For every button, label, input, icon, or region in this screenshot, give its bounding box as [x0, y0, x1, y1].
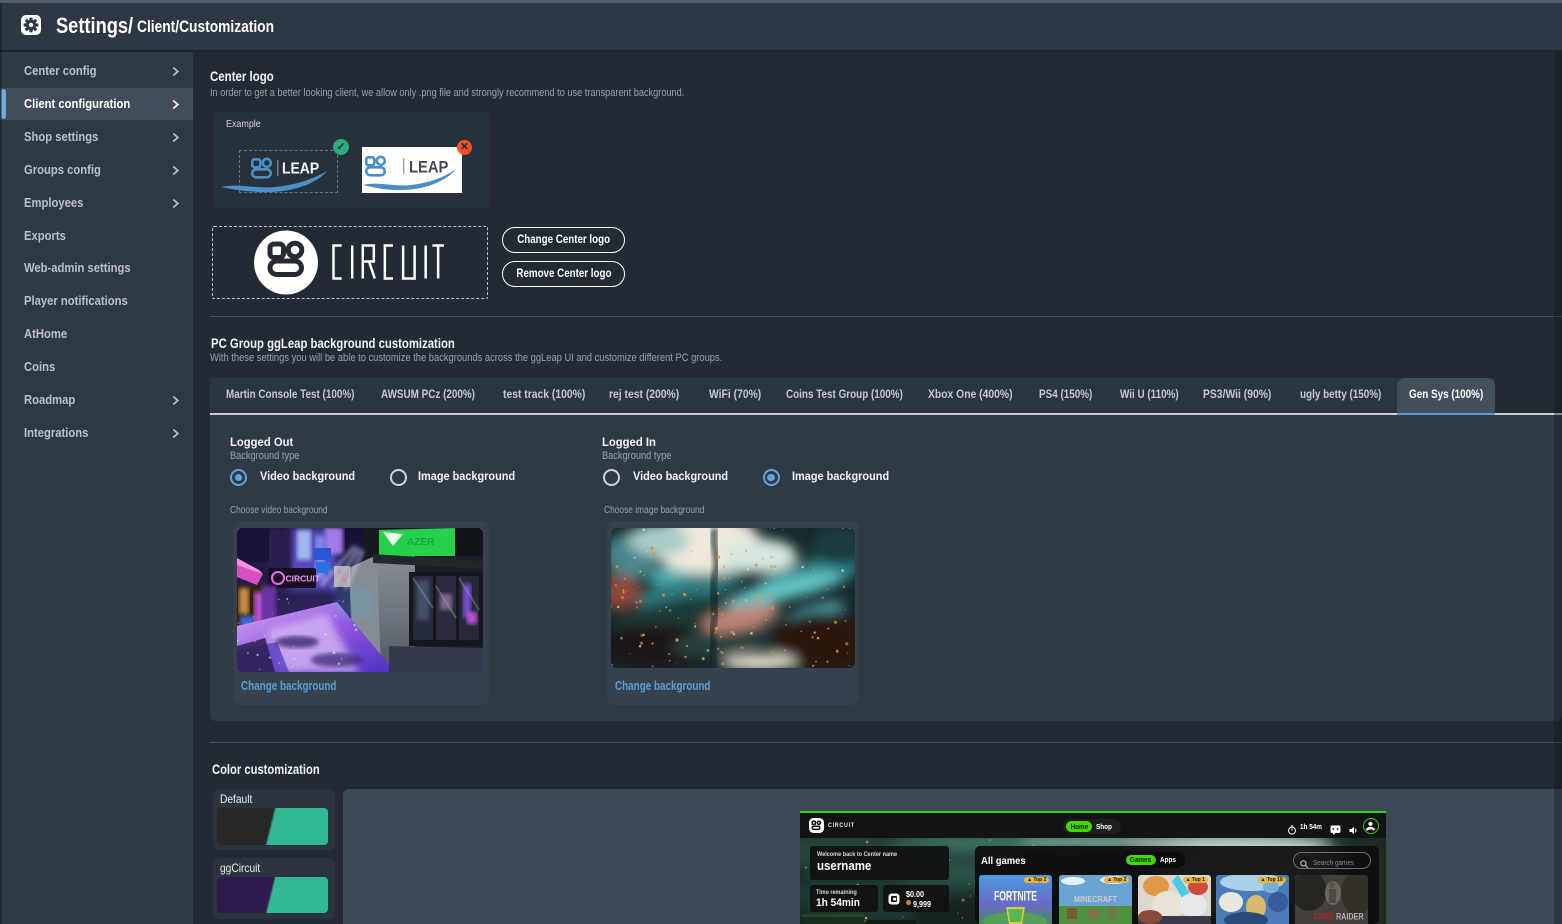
svg-text:LEAP: LEAP [409, 159, 449, 177]
svg-text:CIRCUIT: CIRCUIT [286, 574, 321, 584]
svg-text:FORTNITE: FORTNITE [994, 888, 1037, 904]
svg-text:RAIDER: RAIDER [1336, 912, 1364, 922]
svg-text:AZER: AZER [407, 537, 435, 548]
svg-text:LEAP: LEAP [282, 160, 319, 178]
svg-text:MINECRAFT: MINECRAFT [1074, 895, 1118, 904]
svg-text:TOMB: TOMB [1313, 912, 1334, 922]
